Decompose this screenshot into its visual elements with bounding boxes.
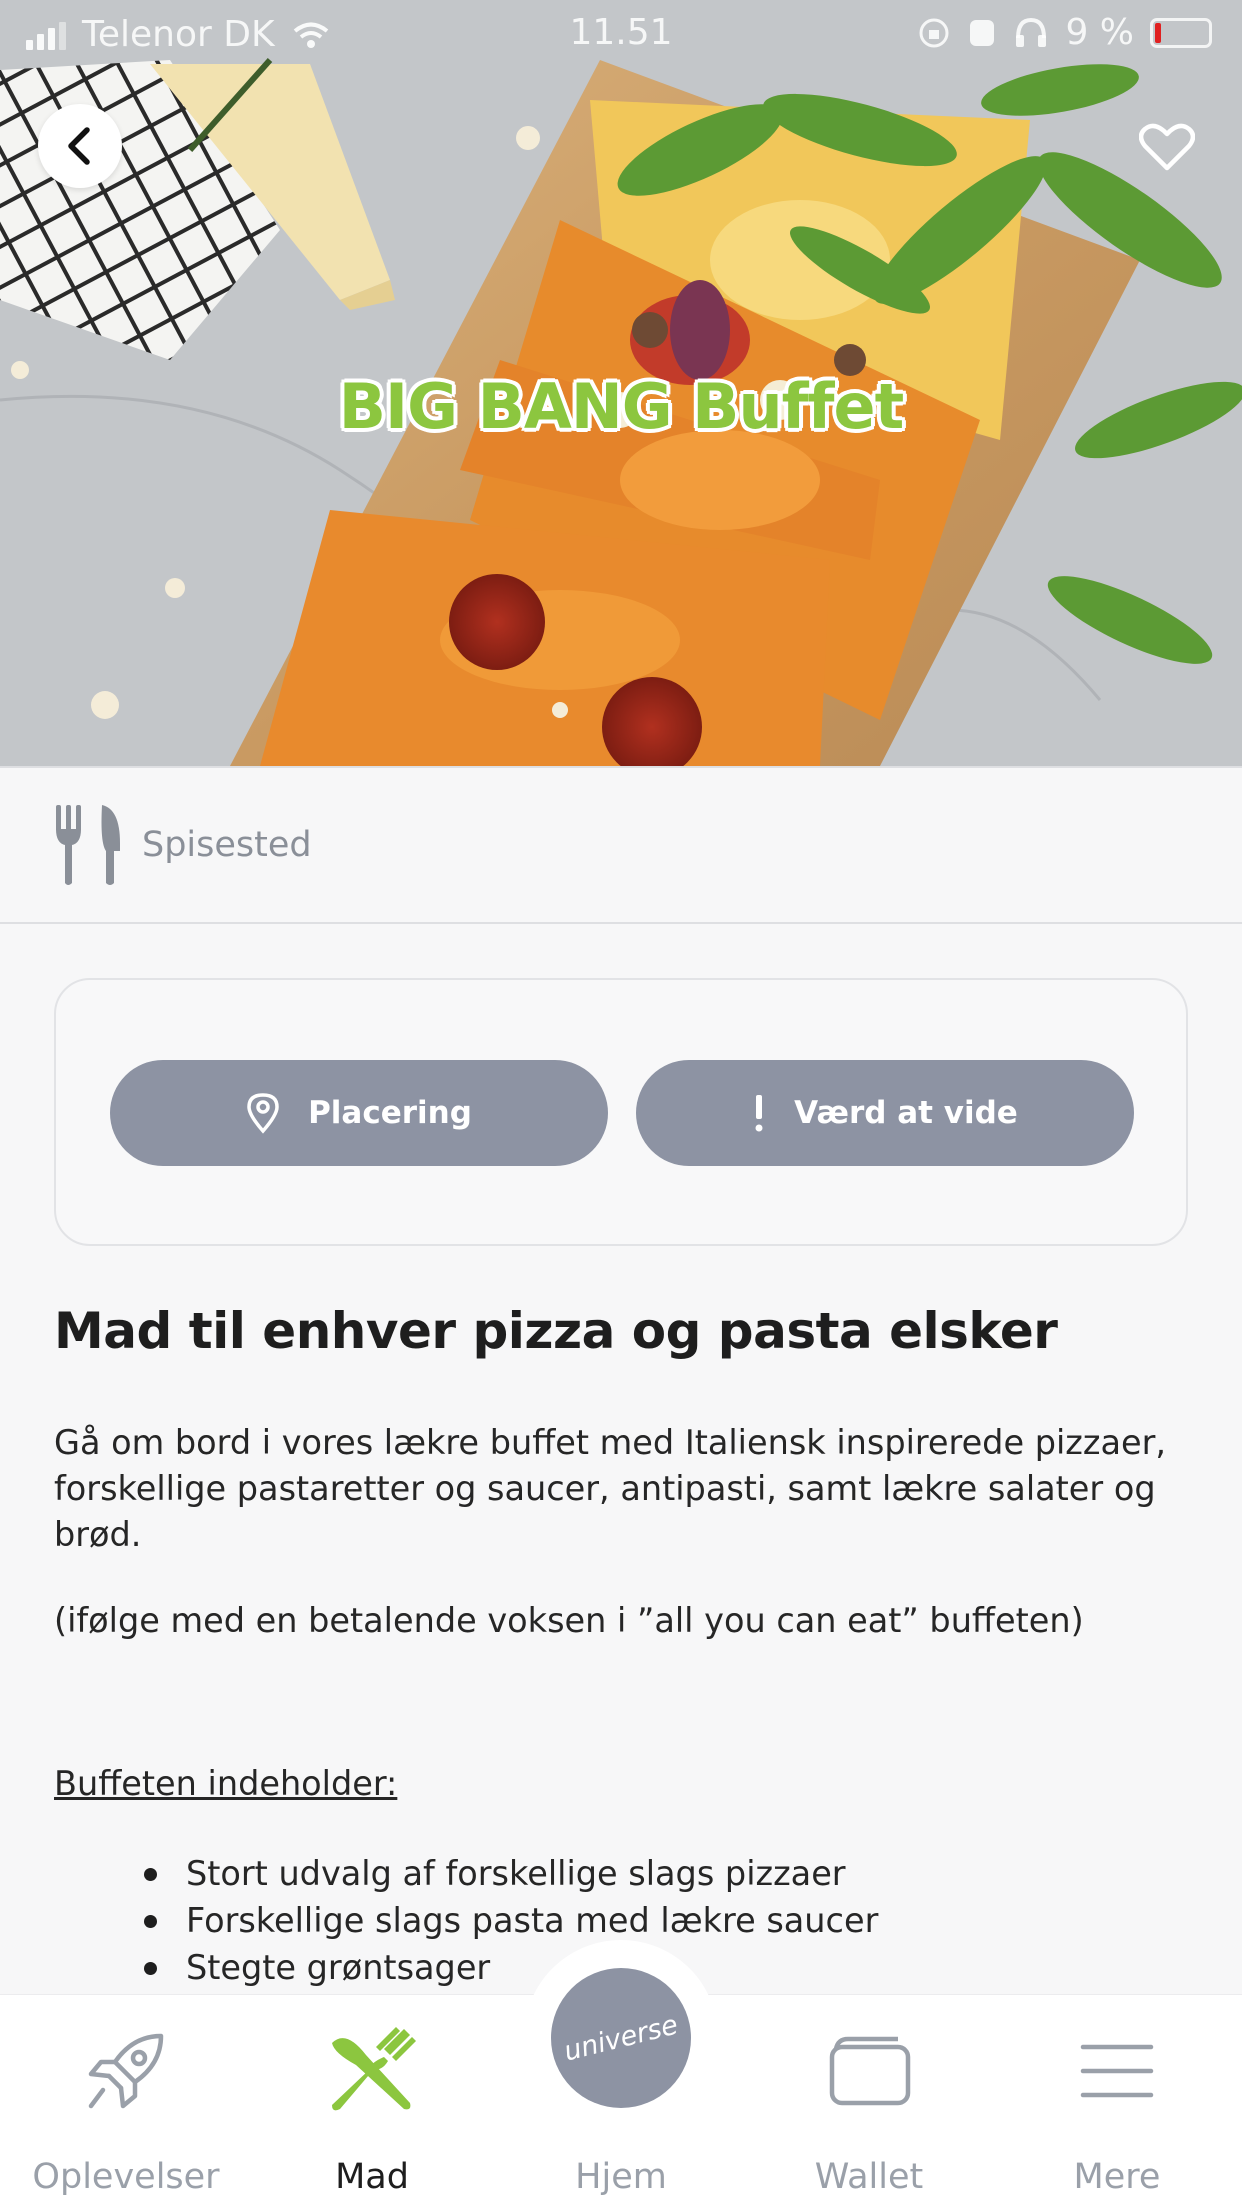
wallet-icon xyxy=(829,2036,911,2106)
tab-label-mad: Mad xyxy=(335,2157,409,2197)
chevron-left-icon xyxy=(68,127,90,165)
hero-image: Telenor DK 11.51 9 % BIG BANG Buffet xyxy=(0,0,1242,766)
tab-label-oplevelser: Oplevelser xyxy=(32,2157,220,2197)
info-label: Værd at vide xyxy=(794,1095,1018,1131)
lock-rotation-icon xyxy=(919,18,949,47)
list-item: Stort udvalg af forskellige slags pizzae… xyxy=(144,1850,878,1897)
hero-title: BIG BANG Buffet xyxy=(338,370,904,443)
content-subhead: Buffeten indeholder: xyxy=(54,1764,398,1803)
action-card: Placering Værd at vide xyxy=(54,978,1188,1246)
status-right: 9 % xyxy=(917,12,1212,53)
battery-icon xyxy=(1150,17,1212,48)
info-button[interactable]: Værd at vide xyxy=(636,1060,1134,1166)
category-label: Spisested xyxy=(142,825,312,865)
content-headline: Mad til enhver pizza og pasta elsker xyxy=(54,1302,1058,1360)
cutlery-icon xyxy=(56,805,120,885)
tab-label-wallet: Wallet xyxy=(814,2157,924,2197)
tab-mad[interactable]: Mad xyxy=(248,1995,496,2208)
favorite-button[interactable] xyxy=(1132,112,1202,182)
tab-wallet[interactable]: Wallet xyxy=(745,1995,993,2208)
buffet-list: Stort udvalg af forskellige slags pizzae… xyxy=(144,1850,878,1991)
tab-mere[interactable]: Mere xyxy=(993,1995,1241,2208)
heart-icon xyxy=(1139,123,1195,171)
fork-knife-icon xyxy=(332,2027,416,2111)
status-bar: Telenor DK 11.51 9 % xyxy=(0,0,1242,66)
back-button[interactable] xyxy=(38,104,122,188)
battery-percent: 9 % xyxy=(1065,12,1134,53)
headphones-icon xyxy=(1016,17,1047,47)
tab-oplevelser[interactable]: Oplevelser xyxy=(2,1995,250,2208)
content-paragraph-1: Gå om bord i vores lækre buffet med Ital… xyxy=(54,1423,1167,1554)
category-row: Spisested xyxy=(0,766,1242,924)
alarm-icon xyxy=(970,19,995,46)
tab-label-hjem: Hjem xyxy=(575,2157,667,2197)
list-item: Forskellige slags pasta med lækre saucer xyxy=(144,1897,878,1944)
rocket-icon xyxy=(88,2033,164,2109)
exclamation-icon xyxy=(755,1095,763,1132)
list-item: Stegte grøntsager xyxy=(144,1944,878,1991)
tab-label-mere: Mere xyxy=(1073,2157,1161,2197)
location-button[interactable]: Placering xyxy=(110,1060,608,1166)
content-paragraph-2: (ifølge med en betalende voksen i ”all y… xyxy=(54,1601,1084,1640)
home-button[interactable]: universe xyxy=(551,1968,691,2108)
location-pin-icon xyxy=(247,1093,279,1134)
location-label: Placering xyxy=(308,1095,472,1131)
universe-logo: universe xyxy=(560,2008,682,2068)
menu-icon xyxy=(1080,2044,1154,2098)
